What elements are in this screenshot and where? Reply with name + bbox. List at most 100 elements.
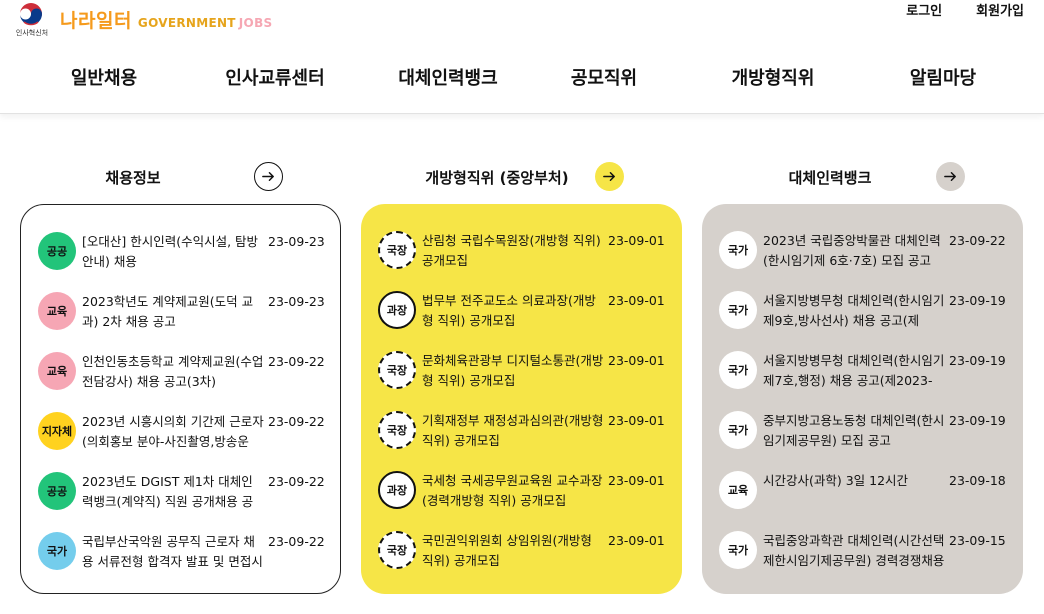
list-item-date: 23-09-22 [268, 414, 325, 429]
list-item[interactable]: 교육 인천인동초등학교 계약제교원(수업전담강사) 채용 공고(3차) 23-0… [21, 349, 340, 409]
list-item-date: 23-09-01 [608, 413, 665, 428]
list-item[interactable]: 국장 국민권익위원회 상임위원(개방형 직위) 공개모집 23-09-01 [361, 528, 682, 588]
open-positions-card: 국장 산림청 국립수목원장(개방형 직위) 공개모집 23-09-01 과장 법… [361, 204, 682, 594]
list-item-title[interactable]: 서울지방병무청 대체인력(한시임기제9호,방사선사) 채용 공고(제2023 [763, 291, 945, 331]
list-item[interactable]: 국가 국립부산국악원 공무직 근로자 채용 서류전형 합격자 발표 및 면접시험… [21, 529, 340, 589]
rank-badge: 과장 [378, 471, 416, 509]
arrow-right-icon [603, 172, 615, 181]
list-item-date: 23-09-19 [949, 293, 1006, 308]
list-item[interactable]: 국가 국립중앙과학관 대체인력(시간선택제한시임기제공무원) 경력경쟁채용 23… [702, 528, 1023, 588]
list-item-date: 23-09-22 [268, 354, 325, 369]
list-item-date: 23-09-18 [949, 473, 1006, 488]
list-item[interactable]: 교육 2023학년도 계약제교원(도덕 교과) 2차 채용 공고 23-09-2… [21, 289, 340, 349]
site-logo[interactable]: 인사혁신처 나라일터 GOVERNMENT JOBS [10, 0, 272, 40]
list-item-title[interactable]: 산림청 국립수목원장(개방형 직위) 공개모집 [422, 231, 604, 271]
list-item[interactable]: 국가 서울지방병무청 대체인력(한시임기제9호,방사선사) 채용 공고(제202… [702, 288, 1023, 348]
list-item-title[interactable]: 문화체육관광부 디지털소통관(개방형 직위) 공개모집 [422, 351, 604, 391]
utility-menu: 로그인 회원가입 [906, 0, 1024, 19]
list-item[interactable]: 국가 중부지방고용노동청 대체인력(한시임기제공무원) 모집 공고 23-09-… [702, 408, 1023, 468]
section-headers: 채용정보 개방형직위 (중앙부처) 대체인력뱅크 [0, 162, 1044, 192]
list-item-date: 23-09-01 [608, 353, 665, 368]
list-item-title[interactable]: 국민권익위원회 상임위원(개방형 직위) 공개모집 [422, 531, 604, 571]
nav-notice[interactable]: 알림마당 [910, 64, 976, 90]
list-item[interactable]: 국장 산림청 국립수목원장(개방형 직위) 공개모집 23-09-01 [361, 228, 682, 288]
list-item[interactable]: 국장 문화체육관광부 디지털소통관(개방형 직위) 공개모집 23-09-01 [361, 348, 682, 408]
list-item-title[interactable]: 국세청 국세공무원교육원 교수과장(경력개방형 직위) 공개모집 [422, 471, 604, 511]
list-item-title[interactable]: [오대산] 한시인력(수익시설, 탐방안내) 채용 [82, 232, 264, 272]
list-item-title[interactable]: 법무부 전주교도소 의료과장(개방형 직위) 공개모집 [422, 291, 604, 331]
list-item-date: 23-09-01 [608, 233, 665, 248]
substitute-bank-card: 국가 2023년 국립중앙박물관 대체인력(한시임기제 6호·7호) 모집 공고… [702, 204, 1023, 594]
list-item-date: 23-09-22 [949, 233, 1006, 248]
rank-badge: 과장 [378, 291, 416, 329]
nav-personnel-exchange[interactable]: 인사교류센터 [225, 64, 324, 90]
main-nav: 일반채용 인사교류센터 대체인력뱅크 공모직위 개방형직위 알림마당 [0, 64, 1044, 92]
list-item[interactable]: 지자체 2023년 시흥시의회 기간제 근로자(의회홍보 분야-사진촬영,방송운… [21, 409, 340, 469]
nav-substitute-bank[interactable]: 대체인력뱅크 [398, 64, 497, 90]
list-item-date: 23-09-01 [608, 533, 665, 548]
nav-open-positions[interactable]: 개방형직위 [732, 64, 815, 90]
category-badge: 국가 [719, 531, 757, 569]
list-item-title[interactable]: 2023년 국립중앙박물관 대체인력(한시임기제 6호·7호) 모집 공고 [763, 231, 945, 271]
section-title-substitute-bank: 대체인력뱅크 [788, 169, 872, 187]
list-item-title[interactable]: 인천인동초등학교 계약제교원(수업전담강사) 채용 공고(3차) [82, 352, 264, 392]
list-item[interactable]: 국가 서울지방병무청 대체인력(한시임기제7호,행정) 채용 공고(제2023-… [702, 348, 1023, 408]
government-emblem: 인사혁신처 [10, 0, 54, 40]
rank-badge: 국장 [378, 411, 416, 449]
recruitment-more-button[interactable] [254, 162, 283, 191]
list-item-title[interactable]: 2023년도 DGIST 제1차 대체인력뱅크(계약직) 직원 공개채용 공고 [82, 472, 264, 512]
list-item[interactable]: 공공 [오대산] 한시인력(수익시설, 탐방안내) 채용 23-09-23 [21, 229, 340, 289]
brand-jobs: JOBS [238, 16, 273, 30]
open-positions-more-button[interactable] [595, 162, 624, 191]
rank-badge: 국장 [378, 531, 416, 569]
rank-badge: 국장 [378, 351, 416, 389]
list-item[interactable]: 교육 시간강사(과학) 3일 12시간 23-09-18 [702, 468, 1023, 528]
list-item-title[interactable]: 중부지방고용노동청 대체인력(한시임기제공무원) 모집 공고 [763, 411, 945, 451]
arrow-right-icon [262, 172, 274, 181]
category-badge: 지자체 [38, 412, 76, 450]
list-item-date: 23-09-22 [268, 534, 325, 549]
brand-name: 나라일터 GOVERNMENT JOBS [60, 6, 272, 33]
category-badge: 교육 [38, 352, 76, 390]
category-badge: 국가 [719, 231, 757, 269]
list-item-title[interactable]: 기획재정부 재정성과심의관(개방형 직위) 공개모집 [422, 411, 604, 451]
list-item-date: 23-09-15 [949, 533, 1006, 548]
list-item[interactable]: 국장 기획재정부 재정성과심의관(개방형 직위) 공개모집 23-09-01 [361, 408, 682, 468]
site-header: 인사혁신처 나라일터 GOVERNMENT JOBS 로그인 회원가입 일반채용… [0, 0, 1044, 114]
arrow-right-icon [944, 172, 956, 181]
category-badge: 국가 [719, 351, 757, 389]
list-item[interactable]: 과장 국세청 국세공무원교육원 교수과장(경력개방형 직위) 공개모집 23-0… [361, 468, 682, 528]
brand-korean: 나라일터 [60, 10, 132, 32]
list-item-date: 23-09-23 [268, 294, 325, 309]
list-item-date: 23-09-22 [268, 474, 325, 489]
category-badge: 공공 [38, 472, 76, 510]
list-item-title[interactable]: 국립중앙과학관 대체인력(시간선택제한시임기제공무원) 경력경쟁채용 [763, 531, 945, 571]
list-item-title[interactable]: 국립부산국악원 공무직 근로자 채용 서류전형 합격자 발표 및 면접시험 [82, 532, 264, 572]
list-item-date: 23-09-01 [608, 293, 665, 308]
list-item[interactable]: 공공 2023년도 DGIST 제1차 대체인력뱅크(계약직) 직원 공개채용 … [21, 469, 340, 529]
recruitment-card: 공공 [오대산] 한시인력(수익시설, 탐방안내) 채용 23-09-23 교육… [20, 204, 341, 594]
nav-public-offering[interactable]: 공모직위 [571, 64, 637, 90]
category-badge: 교육 [38, 292, 76, 330]
list-item-date: 23-09-19 [949, 413, 1006, 428]
list-item-title[interactable]: 서울지방병무청 대체인력(한시임기제7호,행정) 채용 공고(제2023-77 [763, 351, 945, 391]
section-title-recruitment: 채용정보 [105, 169, 161, 187]
category-badge: 국가 [719, 291, 757, 329]
org-name: 인사혁신처 [15, 29, 49, 37]
list-item[interactable]: 과장 법무부 전주교도소 의료과장(개방형 직위) 공개모집 23-09-01 [361, 288, 682, 348]
list-item-title[interactable]: 2023년 시흥시의회 기간제 근로자(의회홍보 분야-사진촬영,방송운 [82, 412, 264, 452]
list-item-title[interactable]: 시간강사(과학) 3일 12시간 [763, 471, 945, 511]
list-item-date: 23-09-23 [268, 234, 325, 249]
list-item-title[interactable]: 2023학년도 계약제교원(도덕 교과) 2차 채용 공고 [82, 292, 264, 332]
list-item[interactable]: 국가 2023년 국립중앙박물관 대체인력(한시임기제 6호·7호) 모집 공고… [702, 228, 1023, 288]
substitute-bank-more-button[interactable] [936, 162, 965, 191]
brand-government: GOVERNMENT [137, 16, 236, 30]
category-badge: 교육 [719, 471, 757, 509]
login-link[interactable]: 로그인 [906, 0, 942, 19]
rank-badge: 국장 [378, 231, 416, 269]
signup-link[interactable]: 회원가입 [976, 0, 1024, 19]
nav-general-recruitment[interactable]: 일반채용 [71, 64, 137, 90]
list-item-date: 23-09-01 [608, 473, 665, 488]
category-badge: 공공 [38, 232, 76, 270]
category-badge: 국가 [38, 532, 76, 570]
